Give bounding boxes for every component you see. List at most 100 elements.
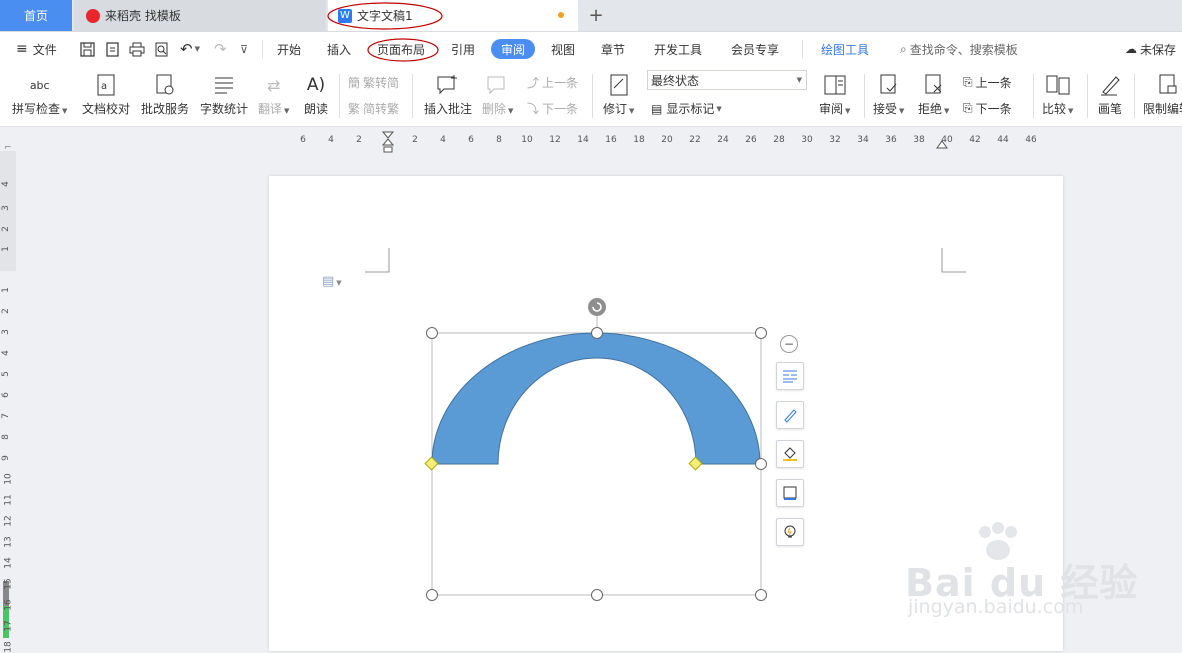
- resize-handle-r[interactable]: [755, 458, 767, 470]
- export-pdf-icon[interactable]: [105, 32, 120, 66]
- menu-section[interactable]: 章节: [601, 32, 625, 66]
- rotate-handle-icon[interactable]: [588, 298, 606, 316]
- read-aloud-label: 朗读: [303, 102, 328, 116]
- resize-handle-b[interactable]: [591, 589, 603, 601]
- cloud-icon: ☁: [1125, 42, 1137, 56]
- resize-handle-t[interactable]: [591, 327, 603, 339]
- unsaved-status[interactable]: ☁ 未保存: [1125, 32, 1176, 66]
- reject-icon: [921, 72, 947, 98]
- menu-view[interactable]: 视图: [551, 32, 575, 66]
- menu-separator: [262, 40, 263, 58]
- read-aloud-button[interactable]: A) 朗读: [303, 72, 329, 117]
- word-count-icon: [211, 72, 237, 98]
- chevron-down-icon: ▼: [796, 76, 802, 84]
- file-menu[interactable]: ≡ 文件: [16, 32, 57, 66]
- trad-to-simp-label: 繁转简: [363, 76, 400, 90]
- spellcheck-button[interactable]: abc 拼写检查 ▼: [12, 72, 67, 117]
- ruler-number: 2: [0, 226, 11, 232]
- search-box[interactable]: ⌕ 查找命令、搜索模板: [900, 32, 1018, 66]
- accept-button[interactable]: 接受 ▼: [873, 72, 904, 117]
- vertical-ruler[interactable]: 4 3 2 1 1 2 3 4 5 6 7 8 9 10 11 12 13 14 15 16 17 18: [0, 151, 16, 653]
- revise-service-icon: [152, 72, 178, 98]
- tab-home[interactable]: 首页: [0, 0, 72, 31]
- compare-label: 比较: [1042, 102, 1067, 116]
- show-markup-button[interactable]: ▤ 显示标记 ▼: [651, 100, 722, 117]
- print-preview-icon[interactable]: [154, 32, 169, 66]
- ruler-number: 4: [0, 350, 11, 356]
- resize-handle-br[interactable]: [755, 589, 767, 601]
- insert-comment-button[interactable]: 插入批注: [424, 72, 472, 117]
- simp-to-trad-label: 简转繁: [363, 102, 400, 116]
- shape-frame-icon[interactable]: [776, 479, 804, 507]
- ruler-number: 7: [0, 413, 11, 419]
- markup-status-select[interactable]: 最终状态 ▼: [647, 70, 807, 90]
- outline-brush-icon[interactable]: [776, 401, 804, 429]
- search-icon: ⌕: [900, 41, 907, 56]
- smart-tips-icon[interactable]: [776, 518, 804, 546]
- resize-handle-bl[interactable]: [426, 589, 438, 601]
- prev-comment-button[interactable]: ⤴ 上一条: [527, 74, 578, 91]
- resize-handle-tl[interactable]: [426, 327, 438, 339]
- ribbon-separator: [1134, 74, 1135, 118]
- next-comment-button[interactable]: ⤵ 下一条: [527, 100, 578, 117]
- restrict-edit-button[interactable]: 限制编辑: [1143, 72, 1182, 117]
- block-arc-shape-canvas[interactable]: [421, 294, 781, 604]
- prev-change-button[interactable]: ⎘ 上一条: [963, 74, 1012, 91]
- layout-options-icon[interactable]: [776, 362, 804, 390]
- ruler-number: 3: [0, 329, 11, 335]
- ruler-number: 18: [3, 641, 14, 653]
- compare-button[interactable]: 比较 ▼: [1042, 72, 1073, 117]
- next-change-button[interactable]: ⎘ 下一条: [963, 100, 1012, 117]
- word-count-button[interactable]: 字数统计: [200, 72, 248, 117]
- review-pane-button[interactable]: 审阅 ▼: [819, 72, 850, 117]
- reject-label: 拒绝: [918, 102, 943, 116]
- menu-member[interactable]: 会员专享: [731, 32, 779, 66]
- tab-daoke-label: 来稻壳 找模板: [105, 9, 181, 23]
- resize-handle-tr[interactable]: [755, 327, 767, 339]
- new-tab-button[interactable]: +: [586, 0, 606, 31]
- translate-button[interactable]: ⇄ 翻译 ▼: [258, 72, 289, 117]
- right-indent-marker-icon[interactable]: [936, 137, 948, 149]
- menu-drawing-tools[interactable]: 绘图工具: [821, 32, 869, 66]
- ruler-number: 6: [0, 392, 11, 398]
- annotation-ellipse-doc-tab: [327, 2, 443, 30]
- delete-comment-button[interactable]: 删除 ▼: [482, 72, 513, 117]
- menu-start[interactable]: 开始: [277, 32, 301, 66]
- review-ribbon: abc 拼写检查 ▼ a 文档校对 批改服务 字数统计 ⇄ 翻译 ▼ A) 朗读 簡…: [0, 66, 1182, 127]
- revise-service-button[interactable]: 批改服务: [141, 72, 189, 117]
- tab-daoke[interactable]: 来稻壳 找模板: [74, 0, 326, 31]
- paragraph-options-icon[interactable]: ▤ ▼: [322, 274, 342, 289]
- indent-marker-icon[interactable]: [382, 131, 394, 153]
- doc-proof-button[interactable]: a 文档校对: [82, 72, 130, 117]
- ruler-number: 30: [801, 135, 813, 145]
- menu-review-active[interactable]: 审阅: [491, 39, 536, 59]
- quick-access-more-icon[interactable]: ⊽: [240, 32, 248, 66]
- revise-button[interactable]: 修订 ▼: [603, 72, 634, 117]
- ribbon-separator: [592, 74, 593, 118]
- redo-icon[interactable]: ↷: [214, 32, 227, 66]
- simp-to-trad-button[interactable]: 繁简转繁: [348, 100, 399, 117]
- fill-bucket-icon[interactable]: [776, 440, 804, 468]
- unsaved-dot-icon: [558, 12, 564, 18]
- menu-insert[interactable]: 插入: [327, 32, 351, 66]
- menu-developer[interactable]: 开发工具: [654, 32, 702, 66]
- print-icon[interactable]: [129, 32, 145, 66]
- trad-to-simp-button[interactable]: 簡繁转简: [348, 74, 399, 91]
- spellcheck-icon: abc: [29, 78, 50, 92]
- reject-button[interactable]: 拒绝 ▼: [918, 72, 949, 117]
- pen-button[interactable]: 画笔: [1097, 72, 1123, 117]
- block-arc-shape[interactable]: [431, 332, 761, 465]
- undo-icon[interactable]: ↶ ▼: [180, 32, 200, 66]
- compare-icon: [1045, 72, 1071, 98]
- save-icon[interactable]: [80, 32, 95, 66]
- delete-comment-icon: [485, 72, 511, 98]
- ruler-number: 24: [717, 135, 729, 145]
- menu-references[interactable]: 引用: [451, 32, 475, 66]
- collapse-toolbar-button[interactable]: −: [780, 335, 798, 353]
- accept-icon: [876, 72, 902, 98]
- ruler-number: 26: [745, 135, 757, 145]
- horizontal-ruler[interactable]: 6 4 2 2 4 6 8 10 12 14 16 18 20 22 24 26 28 30 32 34 36 38 40 4…: [0, 127, 1182, 153]
- spellcheck-label: 拼写检查: [12, 102, 61, 116]
- markup-status-value: 最终状态: [651, 73, 700, 88]
- ruler-number: 14: [577, 135, 589, 145]
